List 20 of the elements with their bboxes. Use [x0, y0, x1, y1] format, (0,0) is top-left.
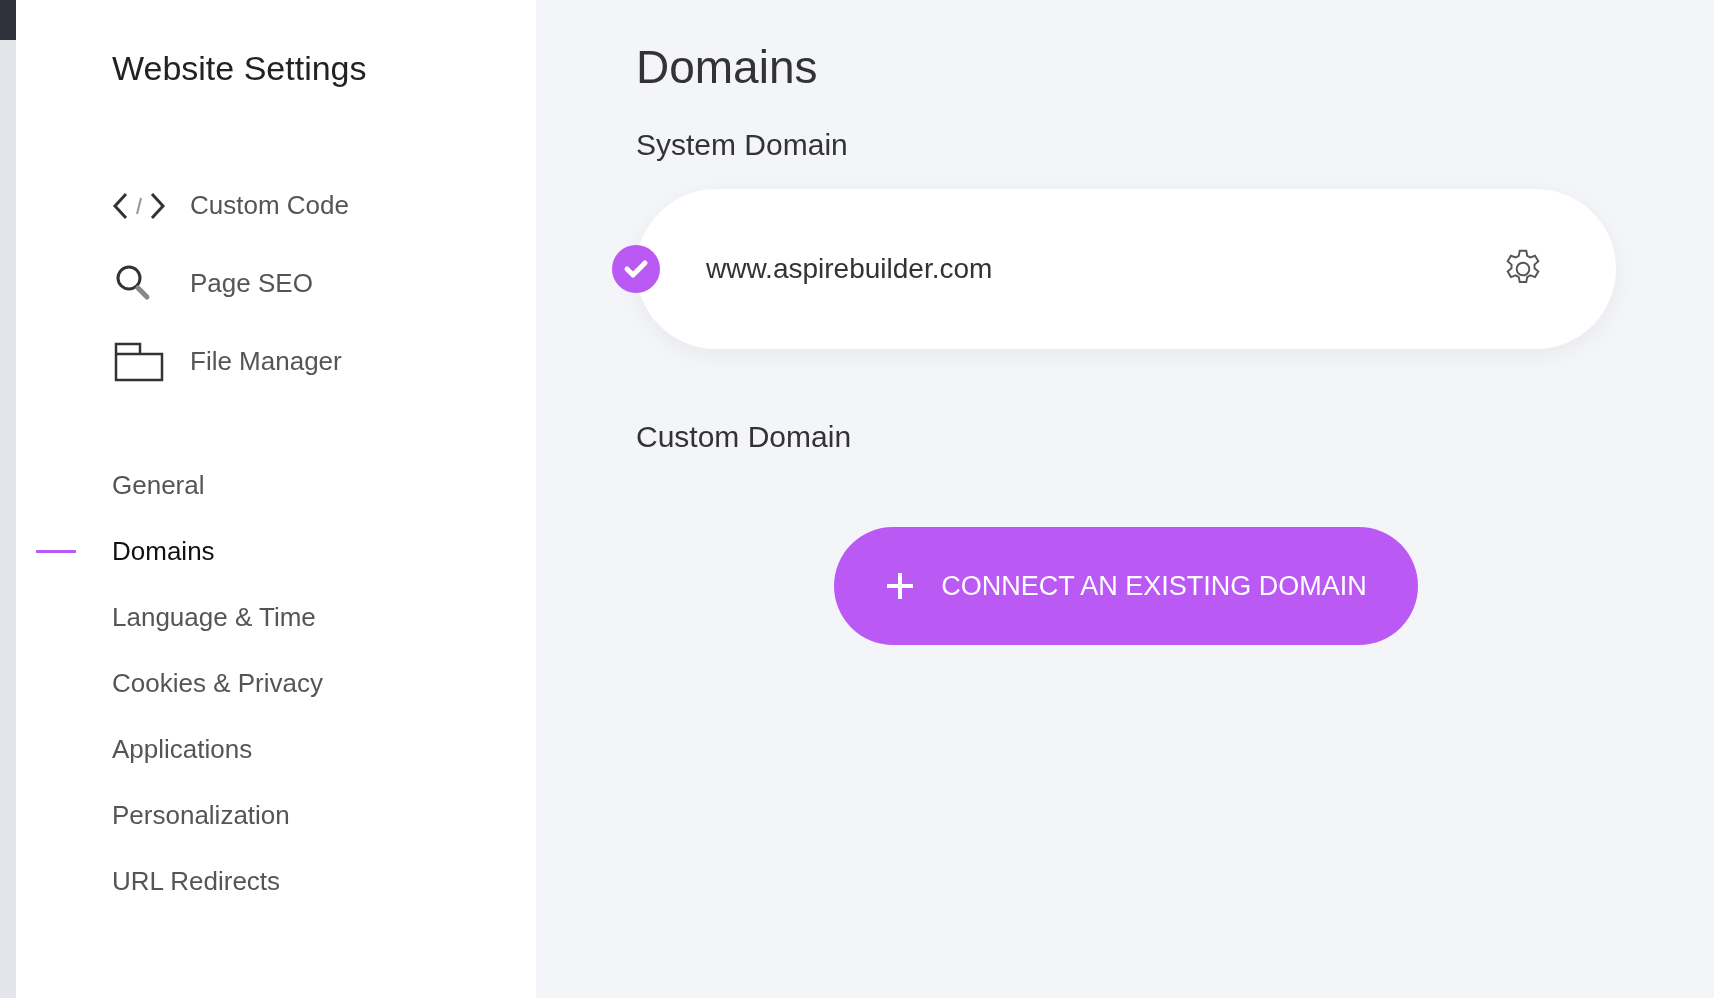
connect-domain-button[interactable]: CONNECT AN EXISTING DOMAIN: [834, 527, 1418, 646]
code-icon: [112, 190, 166, 221]
window-edge: [0, 0, 16, 40]
sidebar-nav-link[interactable]: Cookies & Privacy: [112, 664, 323, 704]
section-heading: System Domain: [636, 127, 849, 164]
sidebar-tool-link[interactable]: Page SEO: [112, 244, 536, 323]
sidebar-tool-link[interactable]: Custom Code: [112, 166, 536, 245]
sidebar-nav-link[interactable]: General: [112, 466, 205, 506]
page-title: Domains: [636, 40, 819, 95]
sidebar-nav-link[interactable]: Personalization: [112, 796, 290, 836]
sidebar-nav-link[interactable]: Language & Time: [112, 598, 316, 638]
domain-text: www.aspirebuilder.com: [706, 252, 994, 287]
sidebar-nav-link[interactable]: URL Redirects: [112, 862, 281, 902]
section-heading: Custom Domain: [636, 419, 853, 456]
folder-icon: [112, 341, 166, 382]
sidebar-title: Website Settings: [112, 48, 368, 89]
sidebar-tool-link[interactable]: File Manager: [112, 322, 536, 401]
sidebar-nav-link[interactable]: Domains: [112, 532, 215, 572]
plus-icon: [885, 571, 916, 602]
sidebar-nav-link[interactable]: Applications: [112, 730, 253, 770]
